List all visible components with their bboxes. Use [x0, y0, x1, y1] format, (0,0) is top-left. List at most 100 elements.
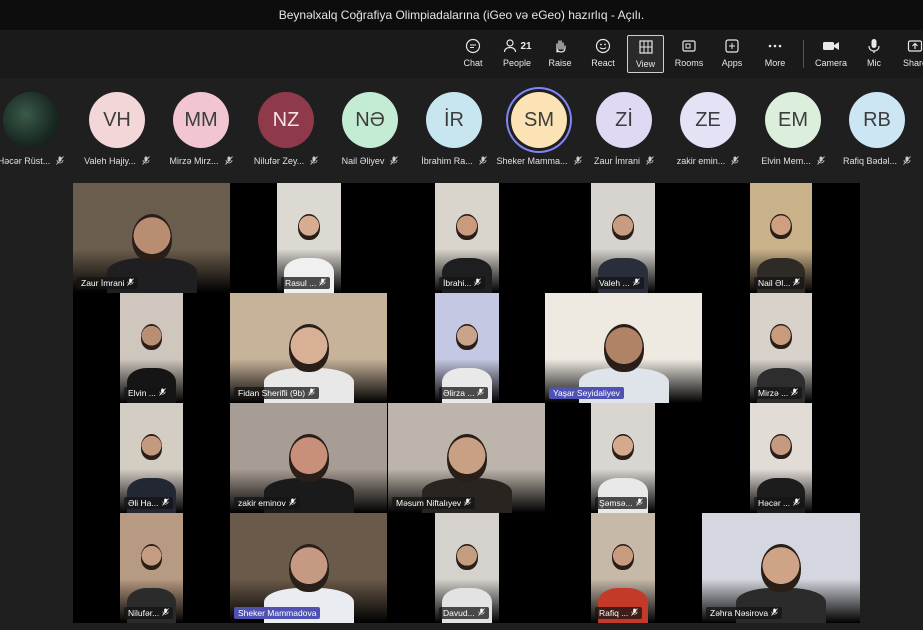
view-button[interactable]: View [627, 35, 664, 73]
participant-video-tile[interactable]: Həcər ... [750, 403, 812, 513]
mic-off-icon [771, 608, 778, 618]
participant-name-tag: Həcər ... [754, 497, 805, 509]
person-head [131, 213, 172, 262]
camera-button[interactable]: Camera [814, 35, 848, 73]
participant-avatar[interactable]: Zİ Zaur İmrani [581, 92, 667, 166]
participant-name-tag: Mirzə ... [754, 387, 803, 399]
react-button[interactable]: React [588, 35, 618, 73]
participant-video-tile[interactable]: Davud... [435, 513, 499, 623]
participant-name-tag: Zaur İmrani [77, 277, 139, 289]
participant-name: zakir eminov [238, 498, 286, 508]
raise-hand-button[interactable]: Raise [545, 35, 575, 73]
avatar-name: Rafiq Bədəl... [842, 156, 898, 166]
participant-name-tag: Məsum Niftalıyev [392, 497, 476, 509]
participant-video-tile[interactable]: Valeh ... [591, 183, 655, 293]
participant-video-tile[interactable]: Sheker Mammadova [230, 513, 387, 623]
participant-name-tag: Yaşar Seyidaliyev [549, 387, 624, 399]
mic-label: Mic [867, 58, 881, 68]
avatar-initials: VH [89, 92, 145, 148]
share-button[interactable]: Share [900, 35, 923, 73]
participant-avatar[interactable]: EM Elvin Mem... [750, 92, 836, 166]
person-head [288, 433, 329, 482]
participant-video-tile[interactable]: Rafiq ... [591, 513, 655, 623]
participant-name-tag: Sheker Mammadova [234, 607, 321, 619]
mic-off-icon [731, 156, 740, 165]
avatar-name-row: Valeh Hajiy... [74, 156, 160, 166]
participant-video-tile[interactable]: Əlirza ... [435, 293, 499, 403]
mic-off-icon [632, 278, 640, 288]
window-title: Beynəlxalq Coğrafiya Olimpiadalarına (iG… [0, 0, 923, 30]
participant-video-tile[interactable]: Elvin ... [120, 293, 183, 403]
participant-video-tile[interactable]: Nilufər... [120, 513, 183, 623]
participant-video-tile[interactable]: Əli Ha... [120, 403, 183, 513]
participant-video-tile[interactable]: Məsum Niftalıyev [388, 403, 545, 513]
participant-name: Elvin ... [128, 388, 156, 398]
avatar-name: Həcər Rüst... [0, 156, 51, 166]
participant-name: Mirzə ... [758, 388, 789, 398]
participant-name-tag: Davud... [439, 607, 489, 619]
participant-name: Zəhra Nəsirova [710, 608, 769, 618]
participant-avatar[interactable]: SM Sheker Mamma... [496, 92, 582, 166]
mic-off-icon [903, 156, 911, 165]
participant-name: Nail Əl... [758, 278, 791, 288]
participant-name-tag: Rafiq ... [595, 607, 643, 619]
participant-avatar[interactable]: VH Valeh Hajiy... [74, 92, 160, 166]
person-head [612, 543, 634, 570]
avatar-name: Elvin Mem... [761, 156, 811, 166]
participant-video-tile[interactable]: Zaur İmrani [73, 183, 230, 293]
ellipsis-icon [767, 35, 783, 57]
mic-off-icon [816, 156, 825, 165]
participant-avatar[interactable]: NZ Nilufər Zey... [243, 92, 329, 166]
person-head [770, 213, 792, 240]
mic-off-icon [308, 388, 315, 398]
grid-icon [638, 36, 654, 58]
mic-off-icon [162, 608, 170, 618]
participant-avatar[interactable]: ZE zakir emin... [665, 92, 751, 166]
rooms-button[interactable]: Rooms [673, 35, 705, 73]
mic-button[interactable]: Mic [861, 35, 887, 73]
participant-video-tile[interactable]: Yaşar Seyidaliyev [545, 293, 702, 403]
participant-video-tile[interactable]: Şəmsə... [591, 403, 655, 513]
avatar-name: Mirzə Mirz... [169, 156, 219, 166]
participant-name-tag: Rasul ... [281, 277, 331, 289]
participant-video-tile[interactable]: Nail Əl... [750, 183, 812, 293]
participant-video-tile[interactable]: İbrahi... [435, 183, 499, 293]
plus-icon [724, 35, 740, 57]
share-icon [907, 35, 923, 57]
avatar-initials: MM [173, 92, 229, 148]
mic-off-icon [142, 156, 150, 165]
avatar-initials: NZ [258, 92, 314, 148]
avatar-initials: İR [426, 92, 482, 148]
participant-name: Rafiq ... [599, 608, 629, 618]
participant-avatar[interactable]: RB Rafiq Bədəl... [834, 92, 920, 166]
participant-name: Şəmsə... [599, 498, 633, 508]
participant-avatar[interactable]: NƏ Nail Əliyev [327, 92, 413, 166]
participant-video-tile[interactable]: zakir eminov [230, 403, 387, 513]
person-head [612, 213, 634, 240]
participant-video-tile[interactable]: Zəhra Nəsirova [702, 513, 860, 623]
participant-avatar[interactable]: İR İbrahim Ra... [411, 92, 497, 166]
camera-label: Camera [814, 58, 847, 68]
smiley-icon [595, 35, 611, 57]
participant-video-tile[interactable]: Rasul ... [277, 183, 341, 293]
participant-avatar[interactable]: MM Mirzə Mirz... [158, 92, 244, 166]
more-button[interactable]: More [760, 35, 790, 73]
participant-video-tile[interactable]: Mirzə ... [750, 293, 812, 403]
avatar-name: Nilufər Zey... [253, 156, 305, 166]
participant-video-tile[interactable]: Fidan Sherifli (9b) [230, 293, 387, 403]
apps-label: Apps [721, 58, 743, 68]
chat-label: Chat [463, 58, 483, 68]
chat-button[interactable]: Chat [458, 35, 488, 73]
person-head [456, 213, 478, 240]
person-head [288, 323, 329, 372]
toolbar-divider [803, 40, 804, 68]
mic-off-icon [793, 278, 801, 288]
participant-name-tag: Elvin ... [124, 387, 170, 399]
participant-name: Əlirza ... [443, 388, 475, 398]
person-head [446, 433, 487, 482]
participant-name: İbrahi... [443, 278, 472, 288]
apps-button[interactable]: Apps [717, 35, 747, 73]
participant-avatar[interactable]: Həcər Rüst... [0, 92, 74, 166]
avatar-name-row: Həcər Rüst... [0, 156, 74, 166]
people-button[interactable]: 21 People [500, 35, 534, 73]
